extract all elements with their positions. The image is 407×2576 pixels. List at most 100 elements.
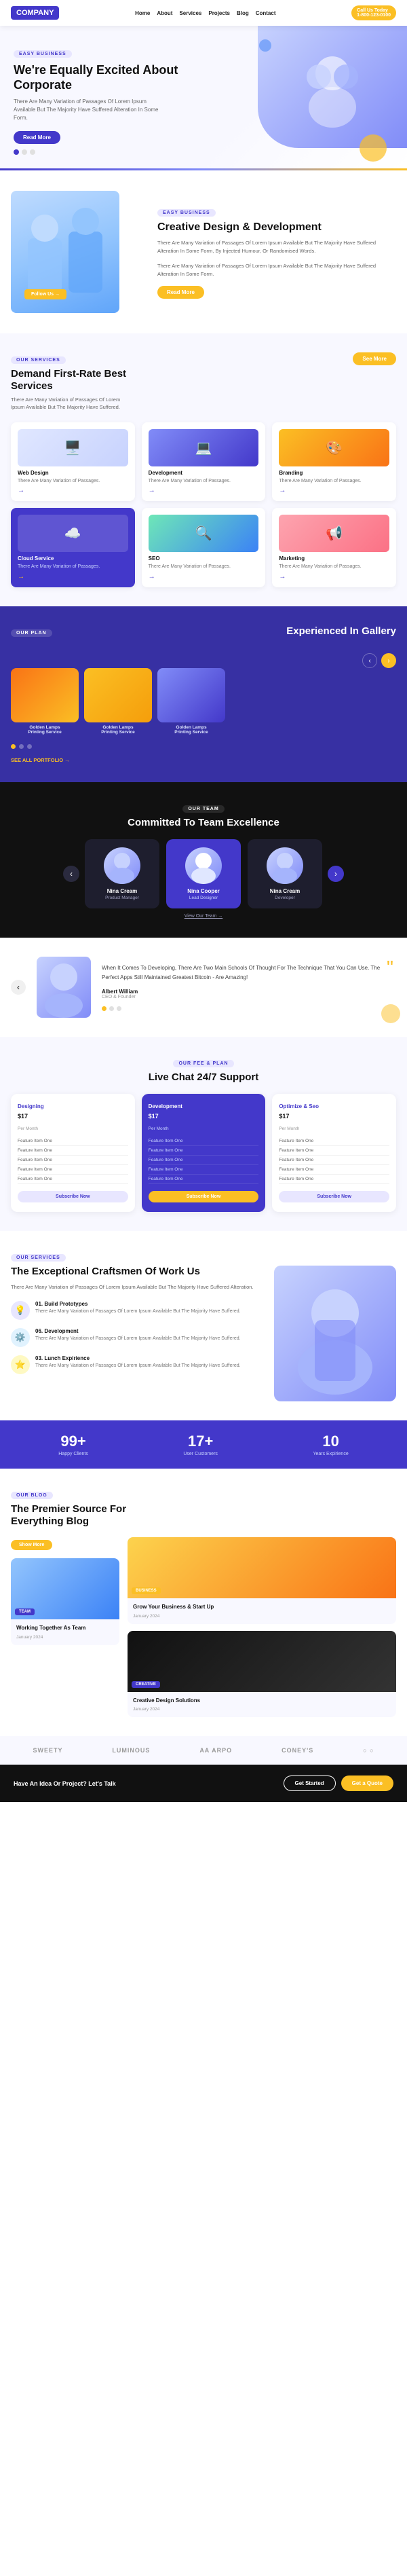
services-header: OUR SERVICES Demand First-Rate Best Serv… [11, 352, 396, 411]
pricing-heading: Live Chat 24/7 Support [11, 1071, 396, 1083]
nav-about[interactable]: About [157, 10, 172, 16]
hero-dot-3[interactable] [30, 149, 35, 155]
portfolio-next-button[interactable]: › [381, 653, 396, 668]
pricing-feature-2-1: Feature Item One [149, 1137, 259, 1146]
testimonial-dot-2[interactable] [109, 1006, 114, 1011]
craftsmen-badge: OUR SERVICES [11, 1254, 66, 1262]
see-portfolio-link[interactable]: SEE ALL PORTFOLIO → [11, 757, 396, 763]
testimonial-dot-3[interactable] [117, 1006, 121, 1011]
blog-image-2: BUSINESS [128, 1537, 396, 1598]
about-description-2: There Are Many Variation of Passages Of … [157, 262, 396, 278]
blog-body-3: Creative Design Solutions January 2024 [128, 1692, 396, 1717]
pricing-feature-2-4: Feature Item One [149, 1165, 259, 1175]
cta-get-started-button[interactable]: Get Started [284, 1775, 336, 1791]
testimonial-dot-1[interactable] [102, 1006, 106, 1011]
feature-desc-1: There Are Many Variation of Passages Of … [35, 1308, 241, 1316]
service-web-design-arrow[interactable]: → [18, 487, 128, 494]
about-follow-badge[interactable]: Follow Us → [24, 289, 66, 299]
blog-tag-2: BUSINESS [132, 1587, 161, 1594]
about-read-more-button[interactable]: Read More [157, 286, 204, 299]
services-section: OUR SERVICES Demand First-Rate Best Serv… [0, 333, 407, 606]
portfolio-image-3 [157, 668, 225, 722]
service-marketing-arrow[interactable]: → [279, 573, 389, 581]
service-development-arrow[interactable]: → [149, 487, 259, 494]
stat-years-experience: 10 Years Expirience [313, 1433, 348, 1456]
service-seo-arrow[interactable]: → [149, 573, 259, 581]
portfolio-dot-2[interactable] [19, 744, 24, 749]
pricing-feature-3-4: Feature Item One [279, 1165, 389, 1175]
nav-services[interactable]: Services [179, 10, 201, 16]
hero-dot-2[interactable] [22, 149, 27, 155]
blog-show-more-button[interactable]: Show More [11, 1540, 52, 1550]
portfolio-prev-button[interactable]: ‹ [362, 653, 377, 668]
blog-left: Show More TEAM Working Together As Team … [11, 1537, 119, 1644]
team-role-2: Lead Designer [173, 896, 234, 900]
portfolio-section: OUR PLAN Experienced In Gallery ‹ › Gold… [0, 606, 407, 782]
craftsmen-image [274, 1266, 396, 1401]
blog-meta-1: January 2024 [16, 1635, 114, 1640]
blog-heading: The Premier Source For Everything Blog [11, 1503, 147, 1528]
pricing-subscribe-button-3[interactable]: Subscribe Now [279, 1191, 389, 1202]
portfolio-label-2: Golden Lamps Printing Service [84, 725, 152, 735]
nav-contact[interactable]: Contact [256, 10, 276, 16]
stat-user-customers: 17+ User Customers [183, 1433, 218, 1456]
service-card-web-design: 🖥️ Web Design There Are Many Variation o… [11, 422, 135, 502]
feature-number-2: 06. Development [35, 1328, 241, 1334]
feature-icon-2: ⚙️ [11, 1328, 30, 1347]
cta-get-quote-button[interactable]: Get a Quote [341, 1775, 393, 1791]
pricing-card-designing: Designing $17 Per Month Feature Item One… [11, 1094, 135, 1212]
service-cloud-desc: There Are Many Variation of Passages. [18, 564, 128, 570]
pricing-subscribe-button-1[interactable]: Subscribe Now [18, 1191, 128, 1202]
view-all-link[interactable]: View Our Team → [11, 914, 396, 919]
portfolio-footer: SEE ALL PORTFOLIO → [11, 744, 396, 763]
team-prev-button[interactable]: ‹ [63, 866, 79, 882]
portfolio-nav [11, 744, 396, 749]
pricing-feature-2-3: Feature Item One [149, 1156, 259, 1165]
portfolio-badge: OUR PLAN [11, 629, 52, 637]
testimonial-prev-button[interactable]: ‹ [11, 980, 26, 995]
nav-projects[interactable]: Projects [208, 10, 230, 16]
portfolio-images: Golden Lamps Printing Service Golden Lam… [11, 668, 396, 735]
team-heading: Committed To Team Excellence [11, 817, 396, 828]
about-description-1: There Are Many Variation of Passages Of … [157, 239, 396, 255]
portfolio-dot-3[interactable] [27, 744, 32, 749]
craftsmen-section: OUR SERVICES The Exceptional Craftsmen O… [0, 1231, 407, 1420]
hero-heading: We're Equally Excited About Corporate [14, 63, 190, 92]
about-badge: EASY BUSINESS [157, 209, 216, 217]
service-development-image: 💻 [149, 429, 259, 466]
team-section: OUR TEAM Committed To Team Excellence ‹ … [0, 782, 407, 938]
nav-links: Home About Services Projects Blog Contac… [135, 10, 275, 16]
portfolio-item-3[interactable]: Golden Lamps Printing Service [157, 668, 225, 735]
service-card-seo: 🔍 SEO There Are Many Variation of Passag… [142, 508, 266, 587]
nav-blog[interactable]: Blog [237, 10, 249, 16]
pricing-plan-name-2: Development [149, 1103, 259, 1109]
team-next-button[interactable]: › [328, 866, 344, 882]
logo: COMPANY [11, 6, 59, 20]
stats-section: 99+ Happy Clients 17+ User Customers 10 … [0, 1420, 407, 1469]
service-card-marketing: 📢 Marketing There Are Many Variation of … [272, 508, 396, 587]
portfolio-dot-1[interactable] [11, 744, 16, 749]
feature-text-3: 03. Lunch Expirience There Are Many Vari… [35, 1355, 241, 1370]
pricing-feature-1-5: Feature Item One [18, 1175, 128, 1184]
pricing-feature-3-3: Feature Item One [279, 1156, 389, 1165]
testimonial-section: ‹ When It Comes To Developing, There Are… [0, 938, 407, 1037]
service-branding-title: Branding [279, 470, 389, 476]
feature-text-2: 06. Development There Are Many Variation… [35, 1328, 241, 1343]
service-branding-arrow[interactable]: → [279, 487, 389, 494]
hero-cta-button[interactable]: Read More [14, 131, 60, 144]
pricing-plan-name-3: Optimize & Seo [279, 1103, 389, 1109]
hero-dot-1[interactable] [14, 149, 19, 155]
testimonial-image [37, 957, 91, 1018]
service-marketing-title: Marketing [279, 555, 389, 562]
craftsmen-left: The Exceptional Craftsmen Of Work Us The… [11, 1266, 263, 1382]
hero-description: There Are Many Variation of Passages Of … [14, 98, 163, 122]
pricing-subscribe-button-2[interactable]: Subscribe Now [149, 1191, 259, 1202]
service-card-development: 💻 Development There Are Many Variation o… [142, 422, 266, 502]
portfolio-item-2[interactable]: Golden Lamps Printing Service [84, 668, 152, 735]
portfolio-item-1[interactable]: Golden Lamps Printing Service [11, 668, 79, 735]
service-cloud-arrow[interactable]: → [18, 573, 128, 581]
services-see-more-button[interactable]: See More [353, 352, 396, 365]
nav-home[interactable]: Home [135, 10, 150, 16]
blog-image-1: TEAM [11, 1558, 119, 1619]
portfolio-arrows: ‹ › [362, 653, 396, 668]
